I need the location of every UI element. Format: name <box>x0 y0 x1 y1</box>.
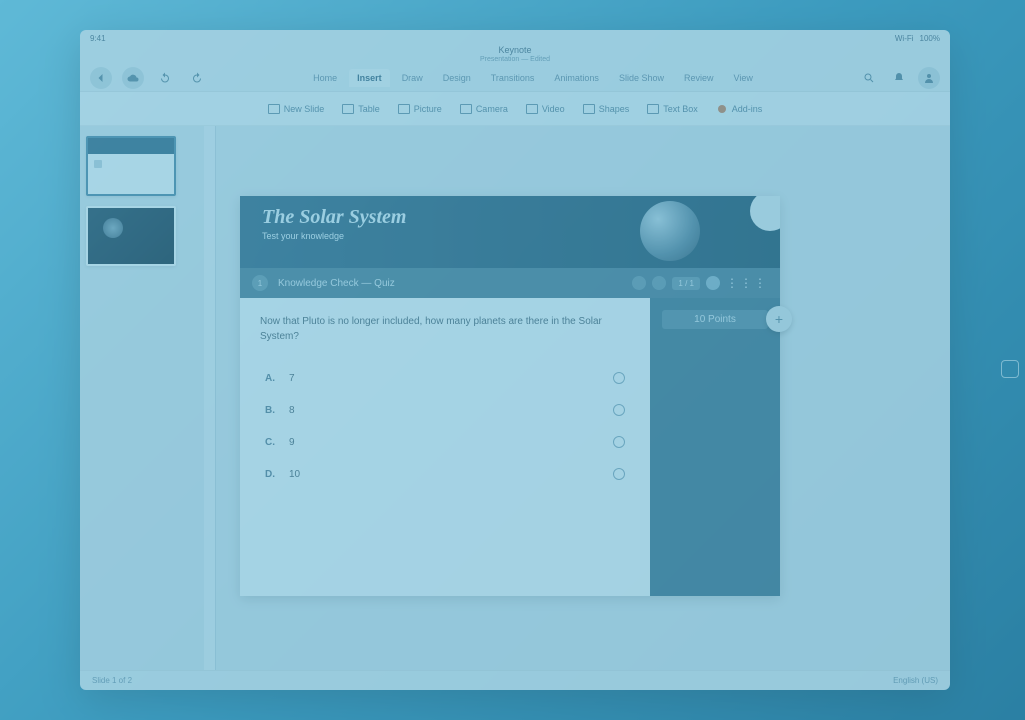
cloud-sync-icon[interactable] <box>122 67 144 89</box>
question-panel: Now that Pluto is no longer included, ho… <box>240 298 650 596</box>
search-icon[interactable] <box>858 67 880 89</box>
tab-transitions[interactable]: Transitions <box>483 69 543 87</box>
points-selector[interactable]: 10 Points <box>662 310 768 329</box>
radio-icon <box>613 436 625 448</box>
status-time: 9:41 <box>90 34 106 43</box>
radio-icon <box>613 372 625 384</box>
option-b[interactable]: B.8 <box>260 394 630 426</box>
question-toolbar: 1 Knowledge Check — Quiz 1 / 1 ⋮⋮⋮ <box>240 268 780 298</box>
option-a[interactable]: A.7 <box>260 362 630 394</box>
multitask-handle[interactable] <box>1001 360 1019 378</box>
status-footer: Slide 1 of 2 English (US) <box>80 670 950 690</box>
quiz-page-indicator: 1 / 1 <box>672 277 700 290</box>
planet-graphic <box>640 201 700 261</box>
question-sidebar: 10 Points <box>650 298 780 596</box>
tab-slideshow[interactable]: Slide Show <box>611 69 672 87</box>
insert-camera[interactable]: Camera <box>460 104 508 114</box>
question-number: 1 <box>252 275 268 291</box>
insert-shapes[interactable]: Shapes <box>583 104 630 114</box>
tab-design[interactable]: Design <box>435 69 479 87</box>
radio-icon <box>613 468 625 480</box>
vertical-ruler <box>204 126 216 670</box>
slide-counter: Slide 1 of 2 <box>92 676 132 685</box>
option-c[interactable]: C.9 <box>260 426 630 458</box>
document-subtitle: Presentation — Edited <box>80 55 950 64</box>
tab-review[interactable]: Review <box>676 69 722 87</box>
option-d[interactable]: D.10 <box>260 458 630 490</box>
slide-header: The Solar System Test your knowledge <box>240 196 780 268</box>
insert-addins[interactable]: Add-ins <box>716 103 763 115</box>
bell-icon[interactable] <box>888 67 910 89</box>
quiz-duplicate-button[interactable] <box>632 276 646 290</box>
back-button[interactable] <box>90 67 112 89</box>
status-battery: 100% <box>920 34 940 43</box>
slide-thumbnails <box>80 126 190 670</box>
insert-toolbar: New Slide Table Picture Camera Video Sha… <box>80 92 950 126</box>
tab-draw[interactable]: Draw <box>394 69 431 87</box>
app-title: Keynote <box>80 46 950 55</box>
radio-icon <box>613 404 625 416</box>
question-text: Now that Pluto is no longer included, ho… <box>260 314 630 344</box>
insert-new-slide[interactable]: New Slide <box>268 104 325 114</box>
quiz-settings-button[interactable] <box>706 276 720 290</box>
title-bar: Keynote Presentation — Edited <box>80 46 950 64</box>
insert-table[interactable]: Table <box>342 104 380 114</box>
ribbon-top: Home Insert Draw Design Transitions Anim… <box>80 64 950 92</box>
status-network: Wi-Fi <box>895 34 914 43</box>
tab-insert[interactable]: Insert <box>349 69 390 87</box>
undo-button[interactable] <box>154 67 176 89</box>
slide[interactable]: The Solar System Test your knowledge 1 K… <box>240 196 780 596</box>
quiz-more-icon[interactable]: ⋮⋮⋮ <box>726 276 768 290</box>
ribbon-tabs: Home Insert Draw Design Transitions Anim… <box>218 69 848 87</box>
question-bar-title: Knowledge Check — Quiz <box>278 278 622 289</box>
account-icon[interactable] <box>918 67 940 89</box>
tab-view[interactable]: View <box>725 69 760 87</box>
insert-picture[interactable]: Picture <box>398 104 442 114</box>
thumbnail-1[interactable] <box>86 136 176 196</box>
language-indicator: English (US) <box>893 676 938 685</box>
redo-button[interactable] <box>186 67 208 89</box>
tab-animations[interactable]: Animations <box>546 69 607 87</box>
quiz-refresh-button[interactable] <box>652 276 666 290</box>
insert-textbox[interactable]: Text Box <box>647 104 698 114</box>
add-question-button[interactable]: + <box>766 306 792 332</box>
thumbnail-2[interactable] <box>86 206 176 266</box>
tab-home[interactable]: Home <box>305 69 345 87</box>
insert-video[interactable]: Video <box>526 104 565 114</box>
slide-canvas: The Solar System Test your knowledge 1 K… <box>190 126 950 670</box>
device-status-bar: 9:41 Wi-Fi 100% <box>80 30 950 46</box>
